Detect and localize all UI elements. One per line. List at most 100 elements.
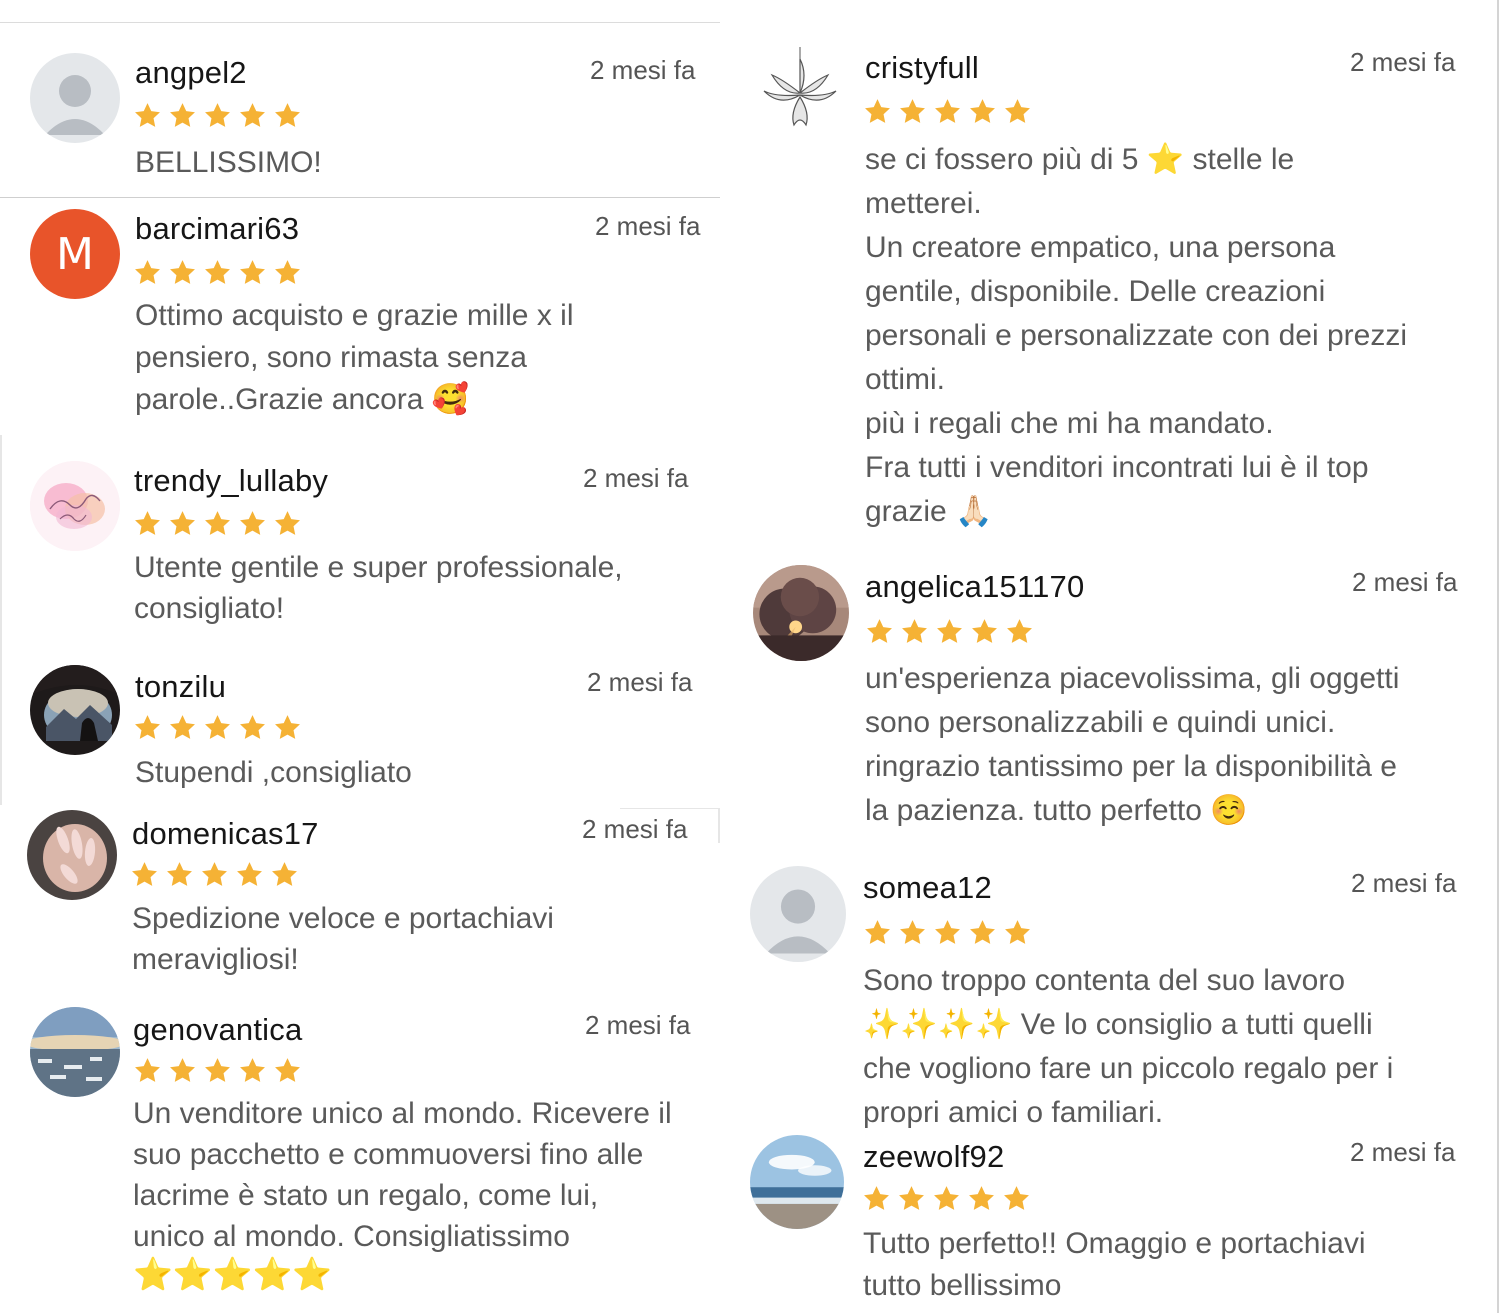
star-icon — [202, 862, 227, 886]
star-icon — [275, 715, 300, 739]
star-rating — [133, 713, 302, 742]
lotus-drawing-avatar[interactable] — [760, 45, 850, 135]
review-card: domenicas17 2 mesi fa Spedizione veloce … — [27, 810, 707, 985]
star-icon — [135, 103, 160, 127]
username[interactable]: somea12 — [863, 870, 992, 906]
review-text: Tutto perfetto!! Omaggio e portachiavi t… — [863, 1227, 1366, 1302]
review-date: 2 mesi fa — [1350, 1137, 1456, 1167]
panel-edge — [718, 808, 720, 843]
star-rating — [133, 258, 302, 287]
star-icon — [935, 920, 960, 944]
star-rating — [133, 101, 302, 130]
panel-edge — [0, 435, 2, 805]
username[interactable]: angpel2 — [135, 55, 247, 91]
username[interactable]: trendy_lullaby — [134, 463, 328, 499]
star-rating — [133, 509, 302, 538]
review-text: se ci fossero più di 5 ⭐ stelle le mette… — [865, 143, 1407, 528]
star-icon — [240, 511, 265, 535]
star-icon — [205, 1058, 230, 1082]
watercolor-logo-avatar[interactable] — [30, 461, 120, 551]
username[interactable]: tonzilu — [135, 669, 226, 705]
star-rating — [865, 617, 1034, 646]
review-card: M barcimari63 2 mesi fa Ottimo acquisto … — [30, 209, 720, 429]
star-icon — [275, 103, 300, 127]
review-card: angelica151170 2 mesi fa un'esperienza p… — [753, 565, 1480, 835]
username[interactable]: cristyfull — [865, 50, 979, 86]
star-icon — [900, 99, 925, 123]
review-card: tonzilu 2 mesi fa Stupendi ,consigliato — [30, 665, 710, 795]
star-rating — [130, 860, 299, 889]
review-date: 2 mesi fa — [582, 814, 688, 844]
username[interactable]: barcimari63 — [135, 211, 299, 247]
star-icon — [970, 920, 995, 944]
star-emoji-row: ⭐⭐⭐⭐⭐ — [133, 1256, 333, 1292]
star-icon — [170, 1058, 195, 1082]
review-date: 2 mesi fa — [590, 55, 696, 85]
divider — [0, 197, 720, 198]
star-icon — [205, 260, 230, 284]
harbor-photo-avatar[interactable] — [30, 1007, 120, 1097]
star-rating — [863, 97, 1032, 126]
divider — [0, 22, 720, 23]
star-icon — [240, 103, 265, 127]
star-icon — [865, 99, 890, 123]
star-icon — [1005, 99, 1030, 123]
star-icon — [970, 99, 995, 123]
review-date: 2 mesi fa — [585, 1010, 691, 1040]
username[interactable]: angelica151170 — [865, 569, 1084, 605]
review-text: Stupendi ,consigliato — [135, 756, 412, 789]
star-icon — [205, 715, 230, 739]
star-rating — [863, 918, 1032, 947]
star-icon — [934, 1186, 959, 1210]
review-card: somea12 2 mesi fa Sono troppo contenta d… — [750, 866, 1480, 1131]
review-date: 2 mesi fa — [583, 463, 689, 493]
mountain-photo-avatar[interactable] — [30, 665, 120, 755]
star-icon — [1005, 920, 1030, 944]
letter-avatar[interactable]: M — [30, 209, 120, 299]
star-icon — [132, 862, 157, 886]
star-icon — [1007, 619, 1032, 643]
star-icon — [170, 511, 195, 535]
star-icon — [865, 920, 890, 944]
star-icon — [864, 1186, 889, 1210]
review-date: 2 mesi fa — [587, 667, 693, 697]
review-card: trendy_lullaby 2 mesi fa Utente gentile … — [30, 461, 710, 641]
review-card: zeewolf92 2 mesi fa Tutto perfetto!! Oma… — [750, 1135, 1480, 1310]
star-icon — [937, 619, 962, 643]
star-icon — [240, 715, 265, 739]
star-icon — [167, 862, 192, 886]
star-icon — [900, 920, 925, 944]
star-icon — [135, 260, 160, 284]
review-text: Sono troppo contenta del suo lavoro ✨✨✨✨… — [863, 964, 1394, 1129]
panel-edge — [1497, 0, 1499, 1313]
star-icon — [867, 619, 892, 643]
username[interactable]: zeewolf92 — [863, 1139, 1004, 1175]
review-text: Un venditore unico al mondo. Ricevere il… — [133, 1097, 672, 1253]
review-date: 2 mesi fa — [1350, 47, 1456, 77]
star-icon — [170, 103, 195, 127]
review-text: BELLISSIMO! — [135, 146, 322, 179]
star-icon — [275, 260, 300, 284]
star-icon — [969, 1186, 994, 1210]
review-text: Ottimo acquisto e grazie mille x il pens… — [135, 299, 574, 416]
nails-photo-avatar[interactable] — [27, 810, 117, 900]
star-icon — [240, 260, 265, 284]
sunset-tree-photo-avatar[interactable] — [753, 565, 849, 661]
star-icon — [170, 715, 195, 739]
review-text: Utente gentile e super professionale, co… — [134, 551, 623, 625]
star-icon — [205, 511, 230, 535]
star-rating — [133, 1056, 302, 1085]
default-avatar-icon[interactable] — [30, 53, 120, 143]
review-text: Spedizione veloce e portachiavi meravigl… — [132, 902, 554, 976]
star-icon — [972, 619, 997, 643]
username[interactable]: domenicas17 — [132, 816, 319, 852]
username[interactable]: genovantica — [133, 1012, 302, 1048]
star-rating — [862, 1184, 1031, 1213]
star-icon — [935, 99, 960, 123]
review-date: 2 mesi fa — [1352, 567, 1458, 597]
review-text: un'esperienza piacevolissima, gli oggett… — [865, 662, 1400, 827]
default-avatar-icon[interactable] — [750, 866, 846, 962]
review-card: cristyfull 2 mesi fa se ci fossero più d… — [760, 45, 1480, 545]
review-date: 2 mesi fa — [595, 211, 701, 241]
beach-photo-avatar[interactable] — [750, 1135, 844, 1229]
